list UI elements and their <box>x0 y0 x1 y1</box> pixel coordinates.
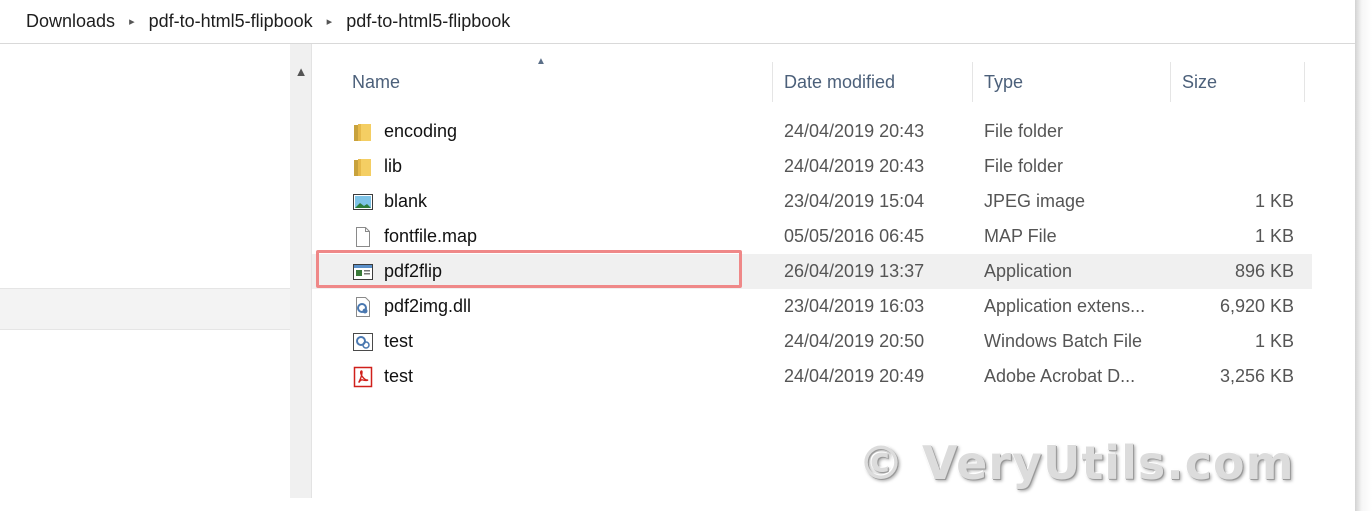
navigation-pane-scrollbar[interactable]: ▲ <box>290 44 312 498</box>
annotation-highlight-box <box>316 250 742 288</box>
scroll-up-arrow-icon[interactable]: ▲ <box>290 62 312 82</box>
file-type: Application extens... <box>984 296 1146 316</box>
file-name: test <box>384 366 414 386</box>
file-name: encoding <box>384 121 458 141</box>
column-divider[interactable] <box>1304 62 1305 102</box>
file-type: Adobe Acrobat D... <box>984 366 1136 386</box>
file-date: 23/04/2019 16:03 <box>784 296 925 316</box>
column-divider[interactable] <box>972 62 973 102</box>
sort-ascending-icon: ▲ <box>536 56 546 67</box>
file-size <box>1194 114 1294 149</box>
file-type: MAP File <box>984 226 1057 246</box>
file-type: JPEG image <box>984 191 1086 211</box>
image-file-icon <box>352 191 374 213</box>
file-size: 1 KB <box>1254 191 1294 211</box>
breadcrumb-item-current-folder[interactable]: pdf-to-html5-flipbook <box>344 11 512 32</box>
file-name: test <box>384 331 414 351</box>
file-type: File folder <box>984 156 1064 176</box>
blank-file-icon <box>352 226 374 248</box>
file-size: 6,920 KB <box>1219 296 1294 316</box>
navigation-pane[interactable] <box>0 44 290 511</box>
breadcrumb-separator-icon[interactable]: ▸ <box>327 15 333 28</box>
folder-icon <box>352 121 374 143</box>
pdf-file-icon <box>352 366 374 388</box>
file-row-test-batch[interactable]: test 24/04/2019 20:50 Windows Batch File… <box>312 324 1312 359</box>
column-header-size[interactable]: Size <box>1182 62 1217 102</box>
file-row-fontfile-map[interactable]: fontfile.map 05/05/2016 06:45 MAP File 1… <box>312 219 1312 254</box>
breadcrumb-item-folder[interactable]: pdf-to-html5-flipbook <box>147 11 315 32</box>
file-size <box>1194 149 1294 184</box>
file-type: Application <box>984 261 1073 281</box>
column-divider[interactable] <box>1170 62 1171 102</box>
file-date: 24/04/2019 20:49 <box>784 366 925 386</box>
breadcrumb-separator-icon[interactable]: ▸ <box>129 15 135 28</box>
file-size: 1 KB <box>1254 226 1294 246</box>
file-row-pdf2img-dll[interactable]: pdf2img.dll 23/04/2019 16:03 Application… <box>312 289 1312 324</box>
watermark: © VeryUtils.com <box>858 436 1295 490</box>
breadcrumb-item-downloads[interactable]: Downloads <box>24 11 117 32</box>
file-name: blank <box>384 191 428 211</box>
file-date: 26/04/2019 13:37 <box>784 261 925 281</box>
file-row-encoding[interactable]: encoding 24/04/2019 20:43 File folder <box>312 114 1312 149</box>
file-date: 23/04/2019 15:04 <box>784 191 925 211</box>
file-date: 24/04/2019 20:50 <box>784 331 925 351</box>
column-header-type[interactable]: Type <box>984 62 1023 102</box>
file-row-lib[interactable]: lib 24/04/2019 20:43 File folder <box>312 149 1312 184</box>
dll-file-icon <box>352 296 374 318</box>
file-size: 896 KB <box>1234 261 1294 281</box>
column-header-date-modified[interactable]: Date modified <box>784 62 895 102</box>
file-name: lib <box>384 156 403 176</box>
batch-file-icon <box>352 331 374 353</box>
column-header-row: Name ▲ Date modified Type Size <box>312 56 1312 102</box>
column-divider[interactable] <box>772 62 773 102</box>
file-size: 3,256 KB <box>1219 366 1294 386</box>
window-edge-shadow <box>1355 0 1372 511</box>
nav-selected-item[interactable] <box>0 288 290 330</box>
file-date: 24/04/2019 20:43 <box>784 121 925 141</box>
file-name: fontfile.map <box>384 226 478 246</box>
file-date: 05/05/2016 06:45 <box>784 226 925 246</box>
file-row-blank[interactable]: blank 23/04/2019 15:04 JPEG image 1 KB <box>312 184 1312 219</box>
breadcrumb: Downloads ▸ pdf-to-html5-flipbook ▸ pdf-… <box>0 0 1355 44</box>
file-date: 24/04/2019 20:43 <box>784 156 925 176</box>
file-type: Windows Batch File <box>984 331 1143 351</box>
file-size: 1 KB <box>1254 331 1294 351</box>
file-row-test-pdf[interactable]: test 24/04/2019 20:49 Adobe Acrobat D...… <box>312 359 1312 394</box>
file-name: pdf2img.dll <box>384 296 472 316</box>
folder-icon <box>352 156 374 178</box>
column-header-name[interactable]: Name <box>352 62 400 102</box>
file-type: File folder <box>984 121 1064 141</box>
